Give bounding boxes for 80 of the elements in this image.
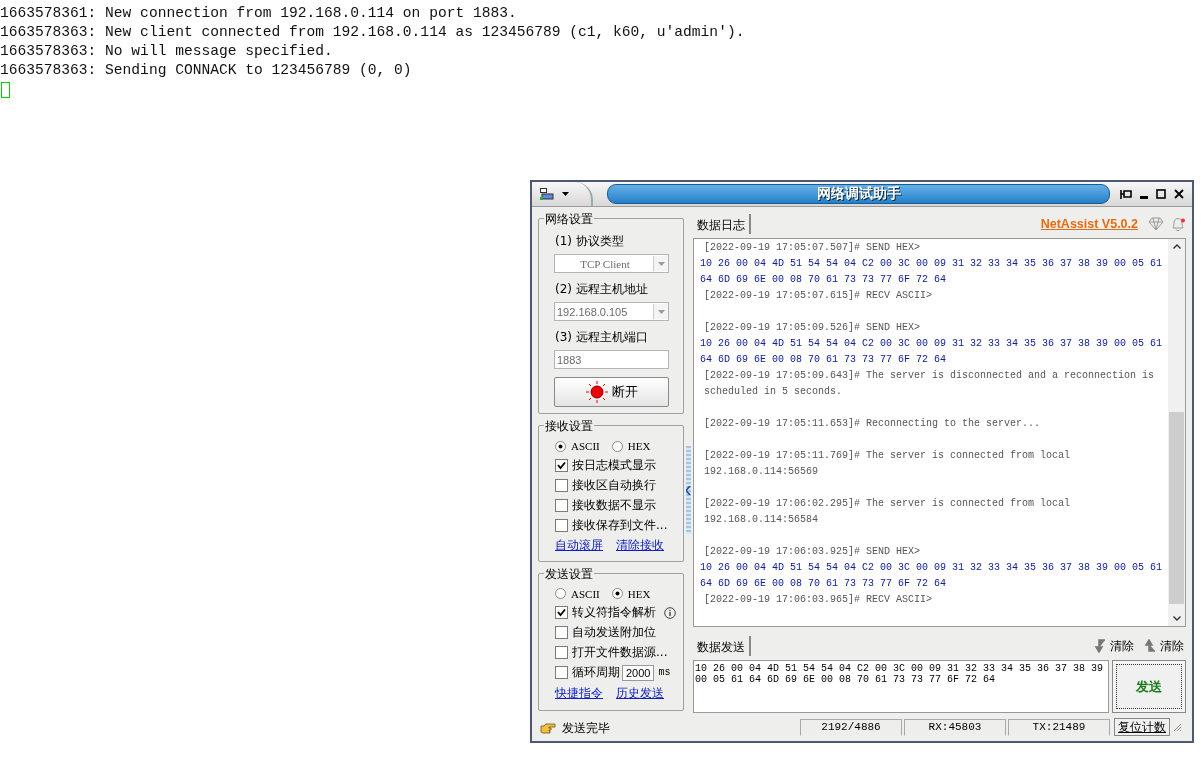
tab[interactable]: 数据日志: [693, 214, 751, 234]
info-icon: [664, 606, 676, 619]
tab[interactable]: 数据发送: [693, 636, 751, 656]
checkbox-label[interactable]: 接收保存到文件...: [572, 516, 668, 534]
checkbox-label[interactable]: 按日志模式显示: [572, 456, 656, 474]
log-line: [2022-09-19 17:05:09.643]# The server is disconnected and a reconnection is: [704, 369, 1155, 383]
network-icon: [540, 188, 554, 200]
caret-icon: [657, 309, 665, 314]
tx-counter: TX:21489: [1008, 718, 1110, 736]
log-line: [2022-09-19 17:05:09.526]# SEND HEX>: [704, 321, 921, 335]
radio-option[interactable]: HEX: [611, 587, 651, 600]
radio-option[interactable]: HEX: [611, 440, 651, 452]
byte-counter: 2192/4886: [800, 718, 902, 736]
unit-label: ms: [658, 667, 671, 679]
checkbox-label[interactable]: 转义符指令解析: [572, 604, 656, 622]
group-title: 接收设置: [544, 418, 594, 435]
pin-icon: [1120, 188, 1132, 200]
clear-button[interactable]: 清除: [1092, 637, 1136, 655]
group-title: 发送设置: [544, 565, 594, 583]
caret-icon: [562, 192, 569, 196]
checkbox-label[interactable]: 自动发送附加位: [572, 624, 656, 642]
hex-data-line: 10 26 00 04 4D 51 54 54 04 C2 00 3C 00 09 31 32 33 34 35 36 37 38 39 00 05 61: [700, 257, 1163, 271]
status-message: 发送完毕: [562, 720, 610, 737]
link[interactable]: 快捷指令: [555, 684, 603, 702]
interval-field[interactable]: 2000: [622, 664, 655, 681]
hex-data-line: 10 26 00 04 4D 51 54 54 04 C2 00 3C 00 09 31 32 33 34 35 36 37 38 39 00 05 61: [700, 337, 1163, 351]
pointing-hand-icon: [540, 723, 556, 734]
arrow-up-icon: [1144, 639, 1156, 653]
resize-grip-icon: [1172, 722, 1182, 732]
log-line: [2022-09-19 17:05:07.507]# SEND HEX>: [704, 241, 921, 255]
group-title: 网络设置: [544, 211, 594, 228]
scroll-up-icon: [1172, 244, 1181, 249]
arrow-down-icon: [1094, 639, 1106, 653]
field-label: (1) 协议类型: [555, 233, 624, 250]
close-icon: [1174, 189, 1184, 199]
radio-option[interactable]: ASCII: [555, 587, 600, 600]
bell-icon: [1170, 216, 1186, 232]
diamond-icon: [1148, 217, 1164, 231]
checkbox-label[interactable]: 接收区自动换行: [572, 476, 656, 494]
disconnect-button[interactable]: 断开: [554, 377, 669, 407]
log-line: 192.168.0.114:56584: [704, 513, 819, 527]
link[interactable]: 清除接收: [616, 537, 664, 554]
log-line: [2022-09-19 17:05:11.653]# Reconnecting to the server...: [704, 417, 1041, 431]
minimize-icon: [1140, 195, 1148, 199]
window-title: 网络调试助手: [816, 185, 901, 203]
checkbox-label[interactable]: 接收数据不显示: [572, 496, 656, 514]
link[interactable]: 自动滚屏: [555, 537, 603, 554]
checkbox-label[interactable]: 循环周期: [572, 664, 620, 682]
scroll-down-icon: [1172, 616, 1181, 621]
terminal-line: 1663578361: New connection from 192.168.0.114 on port 1883.: [0, 4, 517, 23]
hex-data-line: 64 6D 69 6E 00 08 70 61 73 73 77 6F 72 64: [700, 577, 947, 591]
log-line: [2022-09-19 17:06:03.965]# RECV ASCII>: [704, 593, 933, 607]
message-input[interactable]: 10 26 00 04 4D 51 54 54 04 C2 00 3C 00 09 31 32 33 34 35 36 37 38 39 00 05 61 64 6D 69 6E 00 08 70 61 73 73 77 6F 72 64: [693, 660, 1109, 713]
checkbox-label[interactable]: 打开文件数据源...: [572, 644, 668, 662]
scrollbar[interactable]: [1168, 239, 1185, 626]
clear-button[interactable]: 清除: [1142, 637, 1186, 655]
hex-data-line: 64 6D 69 6E 00 08 70 61 73 73 77 6F 72 64: [700, 273, 947, 287]
caret-icon: [657, 261, 665, 266]
log-line: [2022-09-19 17:06:02.295]# The server is connected from local: [704, 497, 1071, 511]
log-line: [2022-09-19 17:05:11.769]# The server is connected from local: [704, 449, 1071, 463]
radio-option[interactable]: ASCII: [555, 440, 600, 452]
collapse-handle[interactable]: [686, 446, 691, 534]
log-line: [2022-09-19 17:06:03.925]# SEND HEX>: [704, 545, 921, 559]
terminal-line: 1663578363: No will message specified.: [0, 42, 333, 61]
hex-data-line: 64 6D 69 6E 00 08 70 61 73 73 77 6F 72 64: [700, 353, 947, 367]
send-button[interactable]: 发送: [1116, 664, 1182, 709]
log-line: 192.168.0.114:56569: [704, 465, 819, 479]
log-line: scheduled in 5 seconds.: [704, 385, 843, 399]
field-label: (3) 远程主机端口: [555, 329, 648, 346]
scroll-thumb[interactable]: [1169, 412, 1184, 604]
link[interactable]: 历史发送: [616, 684, 664, 702]
field-label: (2) 远程主机地址: [555, 281, 648, 298]
reset-button[interactable]: 复位计数: [1114, 718, 1170, 736]
chevron-left-icon: [686, 485, 691, 495]
maximize-icon: [1156, 189, 1166, 199]
rx-counter: RX:45803: [904, 718, 1006, 736]
terminal-line: 1663578363: Sending CONNACK to 123456789 (0, 0): [0, 61, 412, 80]
log-line: [2022-09-19 17:05:07.615]# RECV ASCII>: [704, 289, 933, 303]
hex-data-line: 10 26 00 04 4D 51 54 54 04 C2 00 3C 00 09 31 32 33 34 35 36 37 38 39 00 05 61: [700, 561, 1163, 575]
terminal-line: 1663578363: New client connected from 192.168.0.114 as 123456789 (c1, k60, u'admin').: [0, 23, 745, 42]
